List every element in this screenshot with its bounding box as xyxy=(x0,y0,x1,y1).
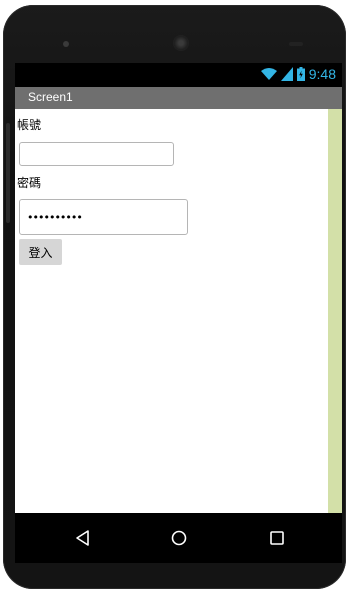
screen-title: Screen1 xyxy=(28,90,73,104)
back-icon[interactable] xyxy=(71,526,95,550)
wifi-icon xyxy=(260,68,277,80)
recents-icon[interactable] xyxy=(265,526,289,550)
account-label: 帳號 xyxy=(17,118,42,132)
signal-icon xyxy=(280,67,293,81)
battery-icon xyxy=(296,67,305,81)
account-input[interactable] xyxy=(19,142,174,166)
status-bar: 9:48 xyxy=(15,63,342,87)
navigation-bar xyxy=(15,513,342,563)
front-camera xyxy=(173,35,189,51)
app-title-bar: Screen1 xyxy=(15,87,342,109)
form-content: 帳號 密碼 •••••••••• 登入 xyxy=(15,109,328,513)
home-icon[interactable] xyxy=(167,526,191,550)
clock-time: 9:48 xyxy=(308,66,336,82)
login-button[interactable]: 登入 xyxy=(19,239,62,265)
password-input[interactable]: •••••••••• xyxy=(19,199,188,235)
earpiece xyxy=(63,41,69,47)
proximity-sensor xyxy=(289,42,303,46)
side-button xyxy=(6,123,10,223)
status-icons: 9:48 xyxy=(260,66,336,82)
phone-screen: 9:48 Screen1 帳號 密碼 •••••••••• 登入 xyxy=(15,63,342,563)
scroll-strip xyxy=(328,109,342,513)
phone-frame: 9:48 Screen1 帳號 密碼 •••••••••• 登入 xyxy=(3,5,346,589)
password-label: 密碼 xyxy=(17,176,42,190)
password-value: •••••••••• xyxy=(27,211,83,224)
